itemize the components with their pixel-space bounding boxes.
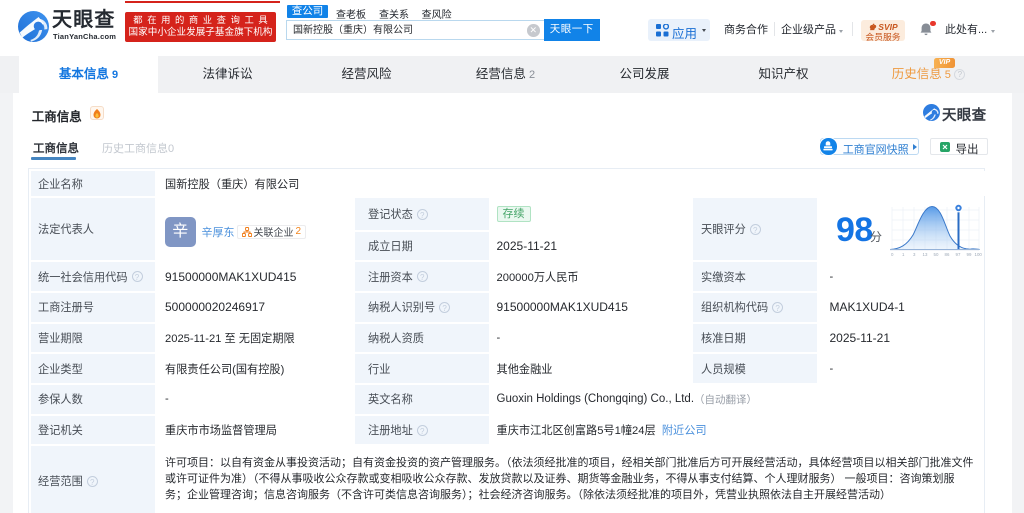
svg-text:86: 86 [945, 252, 950, 257]
svg-text:50: 50 [934, 252, 939, 257]
svg-text:1: 1 [902, 252, 905, 257]
svg-text:97: 97 [956, 252, 961, 257]
svg-text:3: 3 [913, 252, 916, 257]
svg-text:99: 99 [967, 252, 972, 257]
svg-text:100: 100 [975, 252, 983, 257]
svg-text:0: 0 [891, 252, 894, 257]
svg-text:13: 13 [923, 252, 928, 257]
